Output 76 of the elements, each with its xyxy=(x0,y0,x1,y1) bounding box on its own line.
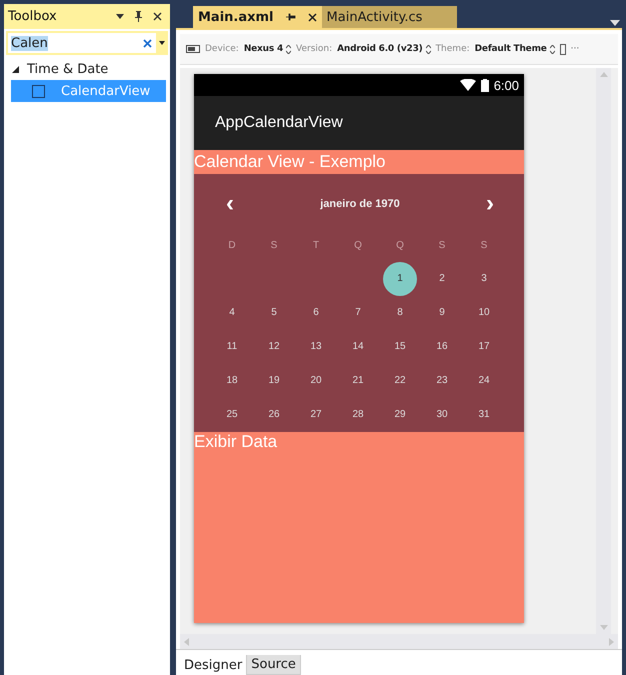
calendar-day[interactable]: 27 xyxy=(295,398,337,432)
device-selector[interactable]: Nexus 4 xyxy=(244,44,292,54)
calendar-day[interactable]: 30 xyxy=(421,398,463,432)
document-tab[interactable]: MainActivity.cs xyxy=(322,6,457,28)
device-label: Device: xyxy=(205,44,239,54)
calendar-day[interactable]: 20 xyxy=(295,364,337,398)
weekday-label: S xyxy=(438,240,446,251)
weekday-label: S xyxy=(480,240,488,251)
document-tab[interactable]: Main.axml xyxy=(193,6,322,28)
theme-selector[interactable]: Default Theme xyxy=(474,44,555,54)
calendar-day[interactable]: 12 xyxy=(253,330,295,364)
calendar-day[interactable]: 28 xyxy=(337,398,379,432)
orientation-icon[interactable] xyxy=(560,44,566,54)
close-icon[interactable] xyxy=(308,12,317,22)
version-selector[interactable]: Android 6.0 (v23) xyxy=(337,44,431,54)
weekday-label: Q xyxy=(353,240,363,251)
tab-list-icon[interactable] xyxy=(610,20,620,26)
close-icon[interactable] xyxy=(153,12,162,21)
panel-title: Toolbox xyxy=(8,9,57,24)
calendar-day[interactable]: 6 xyxy=(295,296,337,330)
version-label: Version: xyxy=(296,44,332,54)
calendar-day[interactable]: 1 xyxy=(383,262,417,296)
month-title: janeiro de 1970 xyxy=(320,198,400,210)
pin-icon[interactable] xyxy=(134,11,143,22)
weekday-label: D xyxy=(227,240,237,251)
calendar-day[interactable]: 15 xyxy=(379,330,421,364)
view-tab[interactable]: Source xyxy=(246,655,301,675)
clock-text: 6:00 xyxy=(494,78,519,92)
spinner-icon xyxy=(426,44,431,54)
clear-icon[interactable] xyxy=(143,38,152,48)
calendar-day[interactable]: 7 xyxy=(337,296,379,330)
calendar-day[interactable]: 19 xyxy=(253,364,295,398)
previous-month-button[interactable]: ‹ xyxy=(226,190,234,218)
toolbox-item[interactable]: CalendarView xyxy=(11,80,166,102)
calendar-day[interactable]: 11 xyxy=(211,330,253,364)
calendar-day[interactable]: 29 xyxy=(379,398,421,432)
calendar-day[interactable]: 10 xyxy=(463,296,505,330)
tree-group-header[interactable]: Time & Date xyxy=(4,58,170,80)
caret-icon xyxy=(159,41,165,45)
heading-text: Calendar View - Exemplo xyxy=(194,150,524,174)
spinner-icon xyxy=(286,44,292,54)
calendar-day[interactable]: 25 xyxy=(211,398,253,432)
calendar-day[interactable]: 8 xyxy=(379,296,421,330)
calendar-day[interactable]: 22 xyxy=(379,364,421,398)
battery-icon xyxy=(480,78,489,92)
control-icon xyxy=(32,84,45,98)
calendar-day[interactable]: 21 xyxy=(337,364,379,398)
calendar-day[interactable]: 16 xyxy=(421,330,463,364)
calendar-day[interactable]: 24 xyxy=(463,364,505,398)
app-title: AppCalendarView xyxy=(215,114,343,132)
spinner-icon xyxy=(550,44,555,54)
calendar-day[interactable]: 4 xyxy=(211,296,253,330)
calendar-day[interactable]: 26 xyxy=(253,398,295,432)
calendar-day[interactable]: 31 xyxy=(463,398,505,432)
calendar-day[interactable]: 13 xyxy=(295,330,337,364)
wifi-icon xyxy=(460,79,476,91)
search-field[interactable]: Calen xyxy=(7,32,157,54)
calendar-day[interactable]: 2 xyxy=(421,262,463,296)
calendar-day[interactable]: 18 xyxy=(211,364,253,398)
theme-label: Theme: xyxy=(436,44,470,54)
calendar-day[interactable]: 23 xyxy=(421,364,463,398)
calendar-day[interactable]: 3 xyxy=(463,262,505,296)
weekday-label: T xyxy=(312,240,320,251)
calendar-day[interactable]: 5 xyxy=(253,296,295,330)
calendar-day[interactable]: 14 xyxy=(337,330,379,364)
weekday-label: S xyxy=(270,240,278,251)
more-button[interactable]: ··· xyxy=(570,44,580,54)
dropdown-icon[interactable] xyxy=(116,14,124,19)
next-month-button[interactable]: › xyxy=(486,190,494,218)
weekday-label: Q xyxy=(395,240,405,251)
label-text: Exibir Data xyxy=(194,432,278,451)
pin-icon[interactable] xyxy=(286,13,296,21)
expander-icon xyxy=(12,66,19,72)
calendar-day[interactable]: 9 xyxy=(421,296,463,330)
calendar-day[interactable]: 17 xyxy=(463,330,505,364)
device-icon[interactable] xyxy=(186,45,200,53)
